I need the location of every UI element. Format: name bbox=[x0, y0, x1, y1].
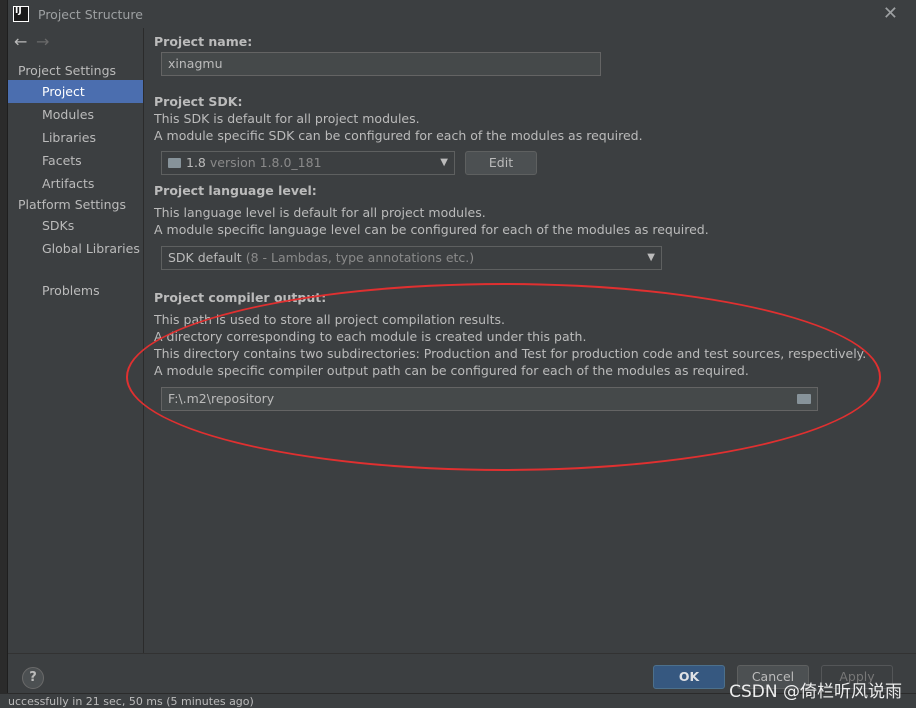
background-ide-strip bbox=[0, 0, 8, 708]
edit-sdk-button[interactable]: Edit bbox=[465, 151, 537, 175]
group-platform-settings: Platform Settings bbox=[18, 197, 126, 212]
sdk-description-1: This SDK is default for all project modu… bbox=[154, 111, 420, 126]
sidebar-item-global-libraries[interactable]: Global Libraries bbox=[8, 237, 143, 260]
project-name-label: Project name: bbox=[154, 34, 253, 49]
forward-arrow-icon[interactable]: → bbox=[36, 32, 58, 51]
help-button[interactable]: ? bbox=[22, 667, 44, 689]
language-description-2: A module specific language level can be … bbox=[154, 222, 709, 237]
title-bar: Project Structure ✕ bbox=[8, 0, 916, 28]
sidebar-item-artifacts[interactable]: Artifacts bbox=[8, 172, 143, 195]
project-name-field[interactable]: xinagmu bbox=[161, 52, 601, 76]
sdk-folder-icon bbox=[168, 158, 181, 168]
sdk-selected-detail: version 1.8.0_181 bbox=[209, 155, 322, 170]
project-sdk-dropdown[interactable]: 1.8 version 1.8.0_181 ▼ bbox=[161, 151, 455, 175]
close-icon[interactable]: ✕ bbox=[883, 3, 898, 24]
compiler-description-2: A directory corresponding to each module… bbox=[154, 329, 587, 344]
sdk-selected-value: 1.8 bbox=[186, 155, 206, 170]
sidebar-item-project[interactable]: Project bbox=[8, 80, 143, 103]
compiler-description-4: A module specific compiler output path c… bbox=[154, 363, 749, 378]
compiler-description-1: This path is used to store all project c… bbox=[154, 312, 505, 327]
sidebar-item-problems[interactable]: Problems bbox=[8, 279, 143, 302]
window-title: Project Structure bbox=[38, 7, 143, 22]
compiler-output-path: F:\.m2\repository bbox=[168, 391, 275, 406]
sidebar-item-sdks[interactable]: SDKs bbox=[8, 214, 143, 237]
project-settings-panel: Project name: xinagmu Project SDK: This … bbox=[144, 28, 916, 653]
sdk-description-2: A module specific SDK can be configured … bbox=[154, 128, 643, 143]
chevron-down-icon: ▼ bbox=[647, 252, 655, 263]
chevron-down-icon: ▼ bbox=[440, 157, 448, 168]
background-status-text: uccessfully in 21 sec, 50 ms (5 minutes … bbox=[8, 695, 254, 708]
language-selected-value: SDK default bbox=[168, 250, 242, 265]
compiler-output-path-field[interactable]: F:\.m2\repository bbox=[161, 387, 818, 411]
sidebar-item-facets[interactable]: Facets bbox=[8, 149, 143, 172]
back-arrow-icon[interactable]: ← bbox=[14, 32, 36, 51]
project-sdk-label: Project SDK: bbox=[154, 94, 243, 109]
group-project-settings: Project Settings bbox=[18, 63, 117, 78]
sidebar: ← → Project Settings Project Modules Libr… bbox=[8, 28, 144, 653]
language-selected-detail: (8 - Lambdas, type annotations etc.) bbox=[245, 250, 475, 265]
compiler-output-label: Project compiler output: bbox=[154, 290, 327, 305]
language-description-1: This language level is default for all p… bbox=[154, 205, 486, 220]
language-level-label: Project language level: bbox=[154, 183, 317, 198]
watermark: CSDN @倚栏听风说雨 bbox=[729, 682, 902, 702]
intellij-logo-icon bbox=[13, 6, 29, 22]
sidebar-item-libraries[interactable]: Libraries bbox=[8, 126, 143, 149]
compiler-description-3: This directory contains two subdirectori… bbox=[154, 346, 867, 361]
language-level-dropdown[interactable]: SDK default (8 - Lambdas, type annotatio… bbox=[161, 246, 662, 270]
browse-folder-icon[interactable] bbox=[797, 394, 811, 404]
nav-arrows: ← → bbox=[14, 32, 58, 51]
project-structure-dialog: Project Structure ✕ ←→ Project Settings … bbox=[8, 0, 916, 693]
ok-button[interactable]: OK bbox=[653, 665, 725, 689]
sidebar-item-modules[interactable]: Modules bbox=[8, 103, 143, 126]
